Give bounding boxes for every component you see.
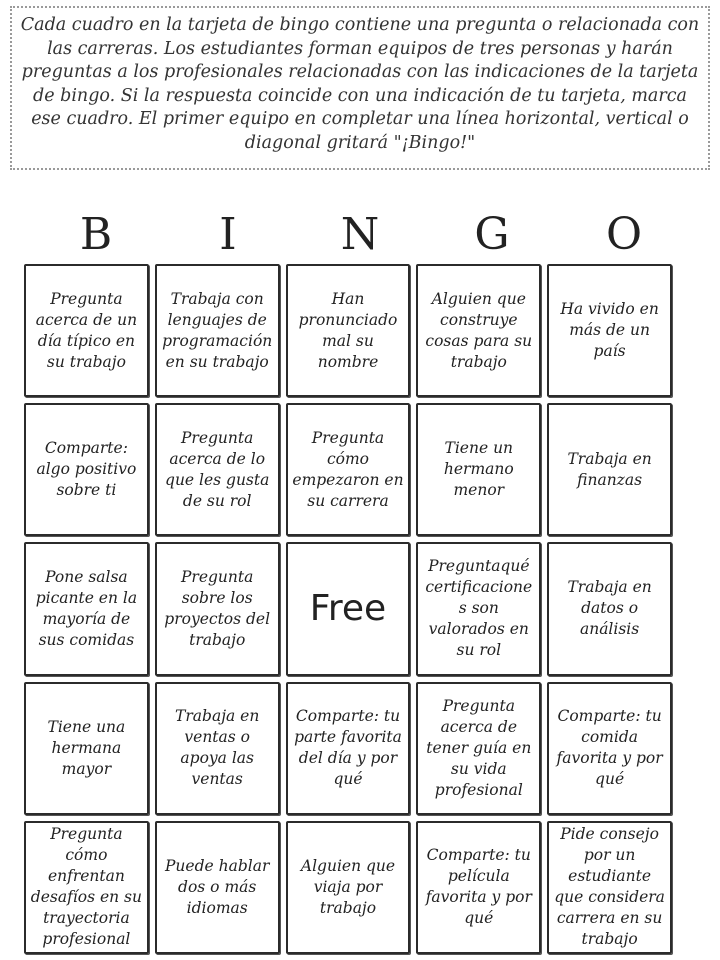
bingo-cell[interactable]: Alguien que construye cosas para su trab… xyxy=(416,264,542,398)
bingo-cell[interactable]: Han pronunciado mal su nombre xyxy=(285,264,411,398)
bingo-grid: Pregunta acerca de un día típico en su t… xyxy=(24,264,672,954)
bingo-cell[interactable]: Pregunta acerca de lo que les gusta de s… xyxy=(154,403,280,537)
bingo-cell[interactable]: Comparte: tu película favorita y por qué xyxy=(416,820,542,954)
bingo-cell[interactable]: Tiene un hermano menor xyxy=(416,403,542,537)
bingo-cell[interactable]: Pregunta acerca de tener guía en su vida… xyxy=(416,681,542,815)
bingo-cell[interactable]: Pregunta cómo empezaron en su carrera xyxy=(285,403,411,537)
bingo-cell[interactable]: Comparte: tu parte favorita del día y po… xyxy=(285,681,411,815)
bingo-cell[interactable]: Tiene una hermana mayor xyxy=(24,681,149,815)
bingo-letter-i: I xyxy=(219,209,237,260)
bingo-cell[interactable]: Trabaja con lenguajes de programación en… xyxy=(154,264,280,398)
bingo-header: B I N G O xyxy=(30,206,690,264)
bingo-cell[interactable]: Trabaja en ventas o apoya las ventas xyxy=(154,681,280,815)
instructions-text: Cada cuadro en la tarjeta de bingo conti… xyxy=(10,6,710,170)
bingo-letter-o: O xyxy=(605,209,643,260)
bingo-cell[interactable]: Alguien que viaja por trabajo xyxy=(285,820,411,954)
bingo-letter-g: G xyxy=(474,209,510,260)
bingo-cell[interactable]: Pregunta sobre los proyectos del trabajo xyxy=(154,542,280,676)
bingo-cell[interactable]: Pregunta acerca de un día típico en su t… xyxy=(24,264,149,398)
bingo-letter-b: B xyxy=(79,209,113,260)
bingo-cell[interactable]: Pone salsa picante en la mayoría de sus … xyxy=(24,542,149,676)
bingo-cell[interactable]: Comparte: algo positivo sobre ti xyxy=(24,403,149,537)
bingo-cell[interactable]: Trabaja en datos o análisis xyxy=(547,542,672,676)
bingo-cell[interactable]: Ha vivido en más de un país xyxy=(547,264,672,398)
bingo-cell[interactable]: Preguntaqué certificaciones son valorado… xyxy=(416,542,542,676)
bingo-cell[interactable]: Pide consejo por un estudiante que consi… xyxy=(547,820,672,954)
bingo-letter-n: N xyxy=(340,209,380,260)
bingo-free-cell[interactable]: Free xyxy=(285,542,411,676)
bingo-cell[interactable]: Trabaja en finanzas xyxy=(547,403,672,537)
bingo-cell[interactable]: Puede hablar dos o más idiomas xyxy=(154,820,280,954)
bingo-cell[interactable]: Comparte: tu comida favorita y por qué xyxy=(547,681,672,815)
bingo-cell[interactable]: Pregunta cómo enfrentan desafíos en su t… xyxy=(24,820,149,954)
